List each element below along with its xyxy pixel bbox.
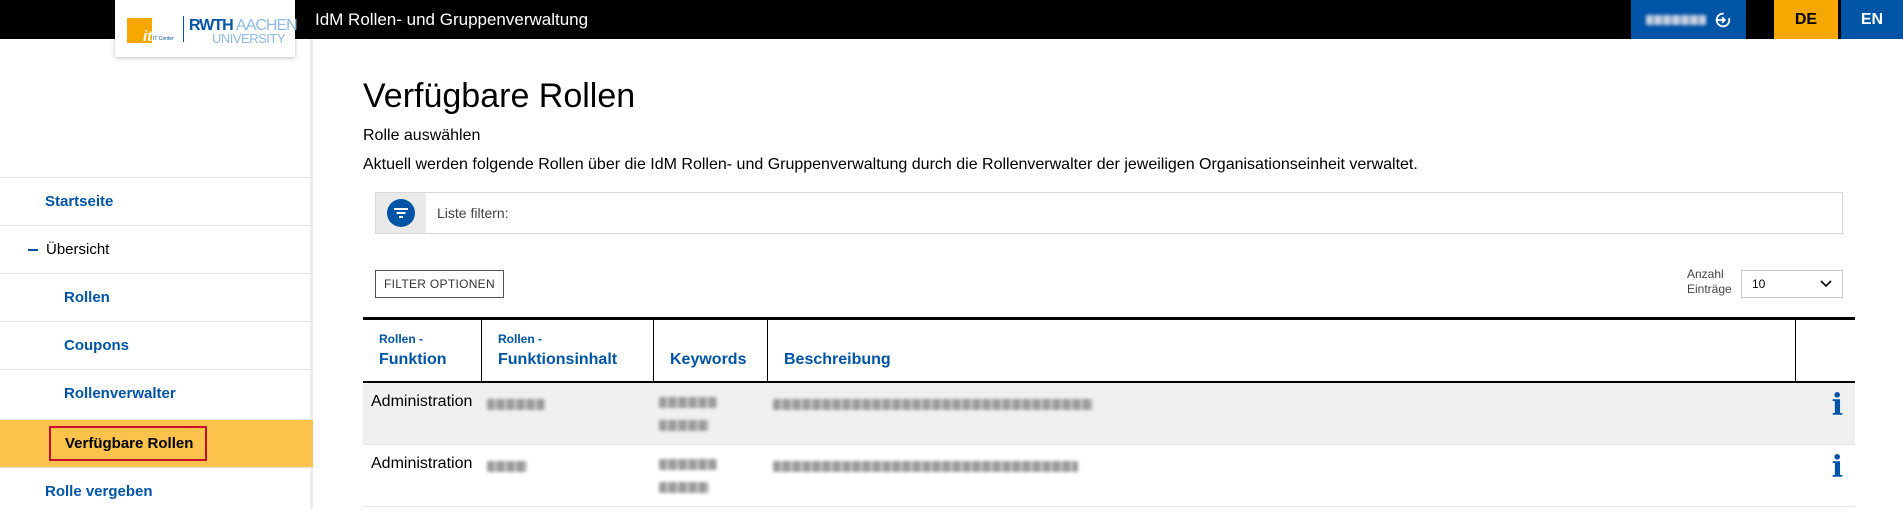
info-icon[interactable]: i	[1832, 391, 1843, 421]
list-filter-bar: Liste filtern:	[375, 192, 1843, 234]
table-row[interactable]: Administration i	[363, 383, 1855, 445]
roles-table: Rollen - Funktion Rollen - Funktionsinha…	[363, 317, 1855, 507]
logo-it-text: it	[143, 28, 153, 45]
column-header-beschreibung[interactable]: Beschreibung	[768, 320, 1796, 381]
sidebar-item-verfuegbare-rollen[interactable]: Verfügbare Rollen	[0, 419, 313, 467]
column-header-funktionsinhalt[interactable]: Rollen - Funktionsinhalt	[482, 320, 654, 381]
page-description: Aktuell werden folgende Rollen über die …	[363, 156, 1418, 173]
column-header-big: Funktion	[379, 351, 447, 368]
sidebar-item-label[interactable]: Rollenverwalter	[64, 385, 176, 402]
entries-label: Anzahl Einträge	[1687, 267, 1732, 296]
login-icon	[1715, 12, 1730, 27]
sidebar-item-rollen[interactable]: Rollen	[0, 273, 313, 321]
language-de-button[interactable]: DE	[1774, 0, 1838, 39]
cell-funktion: Administration	[371, 455, 473, 472]
logo-it-sub: IT Center	[153, 36, 174, 42]
sidebar-item-rolle-vergeben[interactable]: Rolle vergeben	[0, 467, 313, 509]
sidebar-item-label: Übersicht	[46, 241, 110, 258]
table-row[interactable]: Administration i	[363, 445, 1855, 507]
column-header-keywords[interactable]: Keywords	[654, 320, 768, 381]
sidebar-item-label[interactable]: Verfügbare Rollen	[49, 426, 208, 461]
column-header-funktion[interactable]: Rollen - Funktion	[363, 320, 482, 381]
column-header-big: Beschreibung	[784, 351, 891, 368]
filter-input[interactable]	[508, 198, 1828, 228]
cell-funktionsinhalt-redacted	[487, 459, 527, 477]
rwth-it-center-logo[interactable]: it IT Center RWTH AACHEN UNIVERSITY	[115, 0, 298, 57]
user-name-redacted	[1645, 14, 1706, 25]
column-header-big: Funktionsinhalt	[498, 351, 618, 368]
app-title: IdM Rollen- und Gruppenverwaltung	[315, 10, 589, 29]
chevron-down-icon	[1820, 280, 1832, 288]
sidebar-item-uebersicht[interactable]: Übersicht	[0, 225, 313, 273]
cell-beschreibung-redacted	[773, 459, 1078, 477]
page-subtitle: Rolle auswählen	[363, 127, 481, 144]
sidebar-item-label[interactable]: Coupons	[64, 337, 129, 354]
language-en-button[interactable]: EN	[1841, 0, 1903, 39]
filter-options-button[interactable]: FILTER OPTIONEN	[375, 270, 504, 298]
sidebar-item-label[interactable]: Startseite	[45, 193, 113, 210]
table-header: Rollen - Funktion Rollen - Funktionsinha…	[363, 317, 1855, 383]
cell-keywords-redacted	[659, 397, 717, 431]
logo-divider	[183, 16, 184, 42]
column-header-small: Rollen -	[379, 332, 423, 346]
filter-icon[interactable]	[387, 199, 415, 227]
sidebar-item-rollenverwalter[interactable]: Rollenverwalter	[0, 369, 313, 417]
sidebar: Startseite Übersicht Rollen Coupons Roll…	[0, 39, 313, 509]
column-header-small: Rollen -	[498, 332, 542, 346]
user-login-button[interactable]	[1631, 0, 1746, 39]
filter-label: Liste filtern:	[437, 205, 509, 221]
sidebar-item-label[interactable]: Rolle vergeben	[45, 483, 153, 500]
cell-keywords-redacted	[659, 459, 717, 493]
collapse-minus-icon[interactable]	[28, 248, 38, 251]
entries-select[interactable]: 10	[1741, 270, 1843, 298]
cell-beschreibung-redacted	[773, 397, 1093, 415]
cell-funktionsinhalt-redacted	[487, 397, 545, 415]
column-header-big: Keywords	[670, 351, 747, 368]
sidebar-item-label[interactable]: Rollen	[64, 289, 110, 306]
page-title: Verfügbare Rollen	[363, 77, 636, 115]
entries-select-value: 10	[1752, 277, 1766, 291]
filter-icon-container[interactable]	[376, 193, 426, 233]
sidebar-item-coupons[interactable]: Coupons	[0, 321, 313, 369]
sidebar-item-startseite[interactable]: Startseite	[0, 177, 313, 225]
cell-funktion: Administration	[371, 393, 473, 410]
info-icon[interactable]: i	[1832, 453, 1843, 483]
logo-university: UNIVERSITY	[212, 31, 286, 46]
